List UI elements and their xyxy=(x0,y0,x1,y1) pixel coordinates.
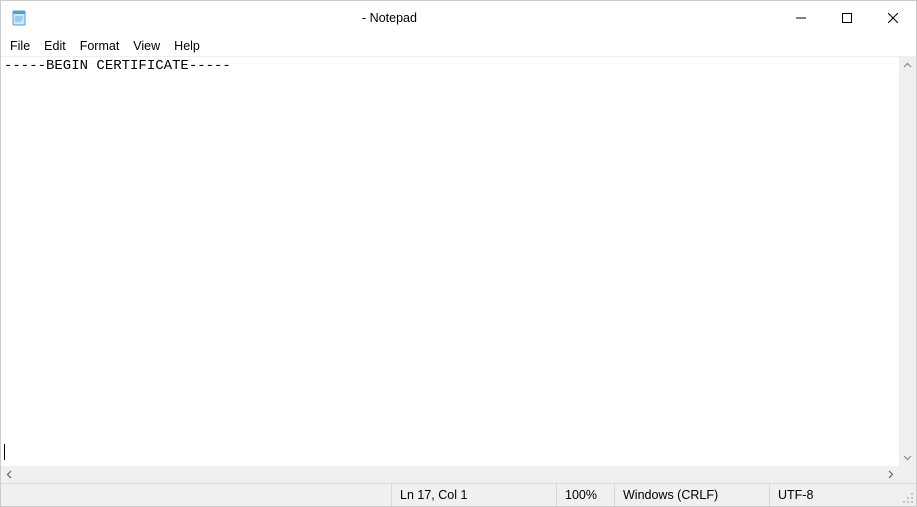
resize-grip[interactable] xyxy=(899,484,916,506)
chevron-right-icon xyxy=(886,470,895,479)
close-button[interactable] xyxy=(870,1,916,35)
scroll-down-button[interactable] xyxy=(899,449,916,466)
window-title: - Notepad xyxy=(37,11,778,25)
editor-content: -----BEGIN CERTIFICATE----- xyxy=(4,58,231,74)
minimize-button[interactable] xyxy=(778,1,824,35)
notepad-icon xyxy=(11,10,27,26)
maximize-button[interactable] xyxy=(824,1,870,35)
menu-help[interactable]: Help xyxy=(167,38,207,54)
scroll-right-button[interactable] xyxy=(882,466,899,483)
status-line-ending: Windows (CRLF) xyxy=(614,484,769,506)
menu-file[interactable]: File xyxy=(3,38,37,54)
horizontal-scrollbar[interactable] xyxy=(1,466,916,483)
status-spacer xyxy=(1,484,391,506)
menu-edit[interactable]: Edit xyxy=(37,38,73,54)
chevron-left-icon xyxy=(5,470,14,479)
close-icon xyxy=(888,13,898,23)
resize-grip-icon xyxy=(902,492,914,504)
menu-view[interactable]: View xyxy=(126,38,167,54)
status-zoom: 100% xyxy=(556,484,614,506)
scrollbar-corner xyxy=(899,466,916,483)
titlebar[interactable]: - Notepad xyxy=(1,1,916,35)
menubar: File Edit Format View Help xyxy=(1,35,916,56)
status-encoding: UTF-8 xyxy=(769,484,899,506)
window-controls xyxy=(778,1,916,35)
chevron-up-icon xyxy=(903,61,912,70)
vertical-scrollbar[interactable] xyxy=(899,57,916,466)
status-position: Ln 17, Col 1 xyxy=(391,484,556,506)
editor-row: -----BEGIN CERTIFICATE----- xyxy=(1,56,916,466)
statusbar: Ln 17, Col 1 100% Windows (CRLF) UTF-8 xyxy=(1,483,916,506)
text-caret xyxy=(4,444,5,460)
chevron-down-icon xyxy=(903,453,912,462)
scroll-up-button[interactable] xyxy=(899,57,916,74)
maximize-icon xyxy=(842,13,852,23)
scroll-left-button[interactable] xyxy=(1,466,18,483)
minimize-icon xyxy=(796,13,806,23)
app-icon xyxy=(1,10,37,26)
menu-format[interactable]: Format xyxy=(73,38,127,54)
text-editor[interactable]: -----BEGIN CERTIFICATE----- xyxy=(1,57,899,466)
